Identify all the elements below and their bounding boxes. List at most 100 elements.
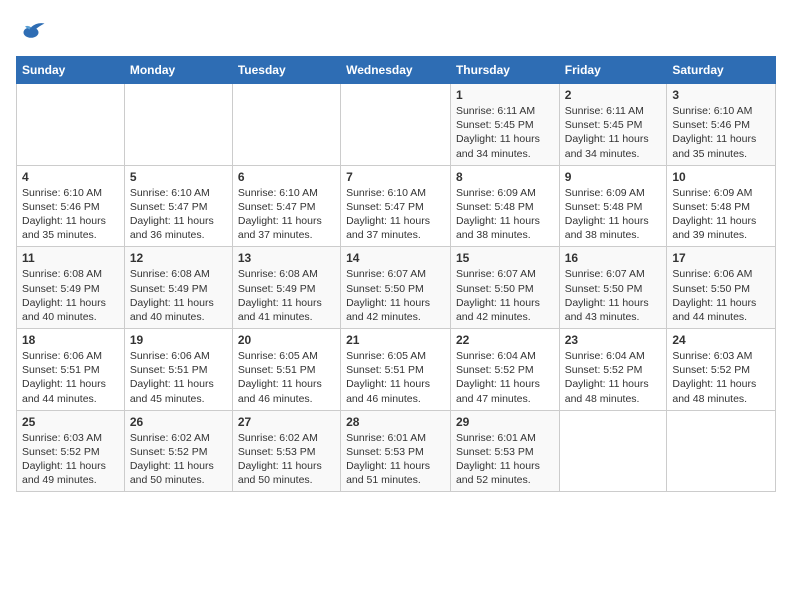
- day-number: 13: [238, 251, 335, 265]
- column-header-thursday: Thursday: [450, 57, 559, 84]
- calendar-cell: [232, 84, 340, 166]
- day-info: Sunrise: 6:07 AM Sunset: 5:50 PM Dayligh…: [456, 267, 554, 324]
- calendar-cell: 6 Sunrise: 6:10 AM Sunset: 5:47 PM Daylig…: [232, 165, 340, 247]
- day-info: Sunrise: 6:01 AM Sunset: 5:53 PM Dayligh…: [346, 431, 445, 488]
- day-info: Sunrise: 6:03 AM Sunset: 5:52 PM Dayligh…: [22, 431, 119, 488]
- day-number: 20: [238, 333, 335, 347]
- week-row-1: 1 Sunrise: 6:11 AM Sunset: 5:45 PM Daylig…: [17, 84, 776, 166]
- calendar-cell: 29 Sunrise: 6:01 AM Sunset: 5:53 PM Dayli…: [450, 410, 559, 492]
- calendar-cell: 7 Sunrise: 6:10 AM Sunset: 5:47 PM Daylig…: [341, 165, 451, 247]
- day-number: 7: [346, 170, 445, 184]
- day-number: 29: [456, 415, 554, 429]
- day-info: Sunrise: 6:09 AM Sunset: 5:48 PM Dayligh…: [672, 186, 770, 243]
- calendar-cell: 22 Sunrise: 6:04 AM Sunset: 5:52 PM Dayli…: [450, 329, 559, 411]
- day-info: Sunrise: 6:05 AM Sunset: 5:51 PM Dayligh…: [238, 349, 335, 406]
- day-info: Sunrise: 6:08 AM Sunset: 5:49 PM Dayligh…: [238, 267, 335, 324]
- day-info: Sunrise: 6:02 AM Sunset: 5:53 PM Dayligh…: [238, 431, 335, 488]
- day-info: Sunrise: 6:09 AM Sunset: 5:48 PM Dayligh…: [565, 186, 662, 243]
- header-row: SundayMondayTuesdayWednesdayThursdayFrid…: [17, 57, 776, 84]
- calendar-cell: 8Sunrise: 6:09 AM Sunset: 5:48 PM Daylig…: [450, 165, 559, 247]
- day-info: Sunrise: 6:01 AM Sunset: 5:53 PM Dayligh…: [456, 431, 554, 488]
- week-row-2: 4 Sunrise: 6:10 AM Sunset: 5:46 PM Daylig…: [17, 165, 776, 247]
- day-number: 19: [130, 333, 227, 347]
- column-header-saturday: Saturday: [667, 57, 776, 84]
- calendar-cell: 18 Sunrise: 6:06 AM Sunset: 5:51 PM Dayli…: [17, 329, 125, 411]
- column-header-monday: Monday: [124, 57, 232, 84]
- calendar-body: 1 Sunrise: 6:11 AM Sunset: 5:45 PM Daylig…: [17, 84, 776, 492]
- column-header-friday: Friday: [559, 57, 667, 84]
- day-info: Sunrise: 6:06 AM Sunset: 5:51 PM Dayligh…: [22, 349, 119, 406]
- day-info: Sunrise: 6:08 AM Sunset: 5:49 PM Dayligh…: [22, 267, 119, 324]
- calendar-cell: 14 Sunrise: 6:07 AM Sunset: 5:50 PM Dayli…: [341, 247, 451, 329]
- day-number: 3: [672, 88, 770, 102]
- calendar-cell: 3 Sunrise: 6:10 AM Sunset: 5:46 PM Daylig…: [667, 84, 776, 166]
- day-info: Sunrise: 6:10 AM Sunset: 5:47 PM Dayligh…: [130, 186, 227, 243]
- calendar-cell: 10 Sunrise: 6:09 AM Sunset: 5:48 PM Dayli…: [667, 165, 776, 247]
- day-number: 22: [456, 333, 554, 347]
- calendar-cell: [124, 84, 232, 166]
- day-number: 24: [672, 333, 770, 347]
- day-number: 26: [130, 415, 227, 429]
- calendar-header: SundayMondayTuesdayWednesdayThursdayFrid…: [17, 57, 776, 84]
- day-number: 4: [22, 170, 119, 184]
- calendar-cell: 17 Sunrise: 6:06 AM Sunset: 5:50 PM Dayli…: [667, 247, 776, 329]
- day-info: Sunrise: 6:04 AM Sunset: 5:52 PM Dayligh…: [456, 349, 554, 406]
- day-number: 27: [238, 415, 335, 429]
- day-number: 23: [565, 333, 662, 347]
- day-number: 12: [130, 251, 227, 265]
- calendar-cell: 24 Sunrise: 6:03 AM Sunset: 5:52 PM Dayli…: [667, 329, 776, 411]
- calendar-cell: 19 Sunrise: 6:06 AM Sunset: 5:51 PM Dayli…: [124, 329, 232, 411]
- day-number: 10: [672, 170, 770, 184]
- day-number: 18: [22, 333, 119, 347]
- day-info: Sunrise: 6:07 AM Sunset: 5:50 PM Dayligh…: [565, 267, 662, 324]
- day-info: Sunrise: 6:09 AM Sunset: 5:48 PM Dayligh…: [456, 186, 554, 243]
- calendar-cell: [667, 410, 776, 492]
- calendar-cell: 12 Sunrise: 6:08 AM Sunset: 5:49 PM Dayli…: [124, 247, 232, 329]
- day-info: Sunrise: 6:10 AM Sunset: 5:47 PM Dayligh…: [238, 186, 335, 243]
- calendar-cell: 25 Sunrise: 6:03 AM Sunset: 5:52 PM Dayli…: [17, 410, 125, 492]
- calendar-cell: 9Sunrise: 6:09 AM Sunset: 5:48 PM Daylig…: [559, 165, 667, 247]
- day-info: Sunrise: 6:10 AM Sunset: 5:46 PM Dayligh…: [672, 104, 770, 161]
- column-header-tuesday: Tuesday: [232, 57, 340, 84]
- calendar-cell: 28Sunrise: 6:01 AM Sunset: 5:53 PM Dayli…: [341, 410, 451, 492]
- calendar-cell: 21 Sunrise: 6:05 AM Sunset: 5:51 PM Dayli…: [341, 329, 451, 411]
- logo: [16, 16, 50, 46]
- day-number: 14: [346, 251, 445, 265]
- day-number: 2: [565, 88, 662, 102]
- calendar-cell: 5 Sunrise: 6:10 AM Sunset: 5:47 PM Daylig…: [124, 165, 232, 247]
- week-row-3: 11Sunrise: 6:08 AM Sunset: 5:49 PM Dayli…: [17, 247, 776, 329]
- day-number: 1: [456, 88, 554, 102]
- day-info: Sunrise: 6:08 AM Sunset: 5:49 PM Dayligh…: [130, 267, 227, 324]
- calendar-table: SundayMondayTuesdayWednesdayThursdayFrid…: [16, 56, 776, 492]
- day-info: Sunrise: 6:06 AM Sunset: 5:51 PM Dayligh…: [130, 349, 227, 406]
- calendar-cell: 4 Sunrise: 6:10 AM Sunset: 5:46 PM Daylig…: [17, 165, 125, 247]
- day-number: 5: [130, 170, 227, 184]
- calendar-cell: [17, 84, 125, 166]
- day-info: Sunrise: 6:06 AM Sunset: 5:50 PM Dayligh…: [672, 267, 770, 324]
- calendar-cell: 23Sunrise: 6:04 AM Sunset: 5:52 PM Dayli…: [559, 329, 667, 411]
- week-row-4: 18 Sunrise: 6:06 AM Sunset: 5:51 PM Dayli…: [17, 329, 776, 411]
- day-info: Sunrise: 6:10 AM Sunset: 5:47 PM Dayligh…: [346, 186, 445, 243]
- calendar-cell: 11Sunrise: 6:08 AM Sunset: 5:49 PM Dayli…: [17, 247, 125, 329]
- day-number: 25: [22, 415, 119, 429]
- day-number: 17: [672, 251, 770, 265]
- day-info: Sunrise: 6:10 AM Sunset: 5:46 PM Dayligh…: [22, 186, 119, 243]
- day-info: Sunrise: 6:07 AM Sunset: 5:50 PM Dayligh…: [346, 267, 445, 324]
- day-info: Sunrise: 6:02 AM Sunset: 5:52 PM Dayligh…: [130, 431, 227, 488]
- calendar-cell: 1 Sunrise: 6:11 AM Sunset: 5:45 PM Daylig…: [450, 84, 559, 166]
- week-row-5: 25 Sunrise: 6:03 AM Sunset: 5:52 PM Dayli…: [17, 410, 776, 492]
- day-info: Sunrise: 6:03 AM Sunset: 5:52 PM Dayligh…: [672, 349, 770, 406]
- day-info: Sunrise: 6:05 AM Sunset: 5:51 PM Dayligh…: [346, 349, 445, 406]
- calendar-cell: 16 Sunrise: 6:07 AM Sunset: 5:50 PM Dayli…: [559, 247, 667, 329]
- day-number: 16: [565, 251, 662, 265]
- calendar-cell: 2 Sunrise: 6:11 AM Sunset: 5:45 PM Daylig…: [559, 84, 667, 166]
- calendar-cell: 26 Sunrise: 6:02 AM Sunset: 5:52 PM Dayli…: [124, 410, 232, 492]
- day-number: 21: [346, 333, 445, 347]
- day-info: Sunrise: 6:11 AM Sunset: 5:45 PM Dayligh…: [565, 104, 662, 161]
- day-number: 6: [238, 170, 335, 184]
- logo-bird-icon: [16, 16, 46, 46]
- day-info: Sunrise: 6:11 AM Sunset: 5:45 PM Dayligh…: [456, 104, 554, 161]
- column-header-wednesday: Wednesday: [341, 57, 451, 84]
- calendar-cell: 20 Sunrise: 6:05 AM Sunset: 5:51 PM Dayli…: [232, 329, 340, 411]
- column-header-sunday: Sunday: [17, 57, 125, 84]
